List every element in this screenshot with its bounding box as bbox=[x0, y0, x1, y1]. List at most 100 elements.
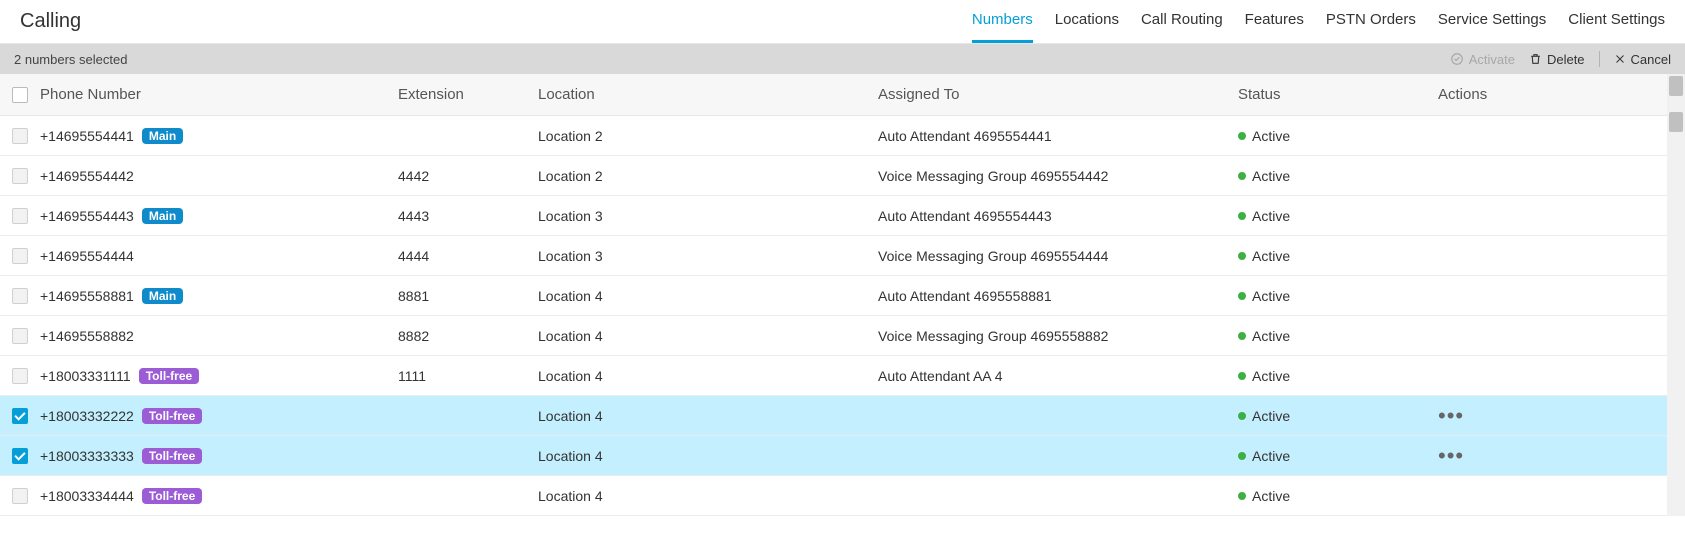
table-header-row: Phone Number Extension Location Assigned… bbox=[0, 74, 1685, 116]
status-dot-icon bbox=[1238, 252, 1246, 260]
assigned-cell: Voice Messaging Group 4695554444 bbox=[878, 248, 1238, 264]
tab-numbers[interactable]: Numbers bbox=[972, 11, 1033, 43]
toll-free-badge: Toll-free bbox=[142, 408, 202, 424]
status-dot-icon bbox=[1238, 492, 1246, 500]
status-dot-icon bbox=[1238, 292, 1246, 300]
extension-cell: 4443 bbox=[398, 208, 538, 224]
delete-label: Delete bbox=[1547, 52, 1585, 67]
status-text: Active bbox=[1252, 408, 1290, 424]
location-cell: Location 4 bbox=[538, 328, 878, 344]
location-cell: Location 4 bbox=[538, 288, 878, 304]
row-checkbox bbox=[12, 208, 28, 224]
status-text: Active bbox=[1252, 248, 1290, 264]
phone-number: +18003332222 bbox=[40, 408, 134, 424]
status-text: Active bbox=[1252, 328, 1290, 344]
row-checkbox bbox=[12, 488, 28, 504]
extension-cell: 1111 bbox=[398, 368, 538, 384]
status-text: Active bbox=[1252, 168, 1290, 184]
phone-number: +14695554442 bbox=[40, 168, 134, 184]
close-icon bbox=[1614, 53, 1626, 65]
table-row[interactable]: +14695554441MainLocation 2Auto Attendant… bbox=[0, 116, 1685, 156]
col-header-extension: Extension bbox=[398, 86, 538, 103]
table-row[interactable]: +18003331111Toll-free1111Location 4Auto … bbox=[0, 356, 1685, 396]
page-header: Calling Numbers Locations Call Routing Feat… bbox=[0, 0, 1685, 44]
main-badge: Main bbox=[142, 128, 183, 144]
tab-pstn-orders[interactable]: PSTN Orders bbox=[1326, 11, 1416, 43]
status-dot-icon bbox=[1238, 332, 1246, 340]
selection-bar: 2 numbers selected Activate Delete Cance… bbox=[0, 44, 1685, 74]
tab-features[interactable]: Features bbox=[1245, 11, 1304, 43]
status-text: Active bbox=[1252, 368, 1290, 384]
location-cell: Location 3 bbox=[538, 248, 878, 264]
row-checkbox bbox=[12, 128, 28, 144]
tab-service-settings[interactable]: Service Settings bbox=[1438, 11, 1546, 43]
phone-number: +18003333333 bbox=[40, 448, 134, 464]
activate-label: Activate bbox=[1469, 52, 1515, 67]
phone-number: +18003331111 bbox=[40, 368, 131, 384]
location-cell: Location 4 bbox=[538, 448, 878, 464]
phone-number: +18003334444 bbox=[40, 488, 134, 504]
cancel-button[interactable]: Cancel bbox=[1614, 52, 1671, 67]
delete-button[interactable]: Delete bbox=[1529, 52, 1585, 67]
tab-locations[interactable]: Locations bbox=[1055, 11, 1119, 43]
assigned-cell: Auto Attendant 4695554443 bbox=[878, 208, 1238, 224]
status-text: Active bbox=[1252, 448, 1290, 464]
divider bbox=[1599, 51, 1600, 67]
table-row[interactable]: +18003332222 Toll-free Location 4 Active ••• bbox=[0, 396, 1685, 436]
phone-number: +14695554443 bbox=[40, 208, 134, 224]
table-row[interactable]: +146955588828882Location 4Voice Messagin… bbox=[0, 316, 1685, 356]
phone-number: +14695554441 bbox=[40, 128, 134, 144]
selection-count: 2 numbers selected bbox=[14, 52, 127, 67]
row-checkbox[interactable] bbox=[12, 408, 28, 424]
row-checkbox bbox=[12, 248, 28, 264]
scroll-up-indicator[interactable] bbox=[1669, 76, 1683, 96]
table-row[interactable]: +14695554443 Main 4443Location 3Auto Atten… bbox=[0, 196, 1685, 236]
row-checkbox bbox=[12, 328, 28, 344]
status-dot-icon bbox=[1238, 172, 1246, 180]
location-cell: Location 4 bbox=[538, 408, 878, 424]
main-badge: Main bbox=[142, 288, 183, 304]
scrollbar-track[interactable] bbox=[1667, 74, 1685, 516]
table-row[interactable]: +146955544444444Location 3Voice Messagin… bbox=[0, 236, 1685, 276]
status-text: Active bbox=[1252, 488, 1290, 504]
tabs: Numbers Locations Call Routing Features PSTN… bbox=[972, 11, 1665, 43]
status-text: Active bbox=[1252, 208, 1290, 224]
assigned-cell: Voice Messaging Group 4695558882 bbox=[878, 328, 1238, 344]
assigned-cell: Auto Attendant 4695558881 bbox=[878, 288, 1238, 304]
toll-free-badge: Toll-free bbox=[142, 448, 202, 464]
tab-client-settings[interactable]: Client Settings bbox=[1568, 11, 1665, 43]
activate-button: Activate bbox=[1450, 52, 1515, 67]
page-title: Calling bbox=[20, 10, 81, 43]
assigned-cell: Voice Messaging Group 4695554442 bbox=[878, 168, 1238, 184]
table-row[interactable]: +14695558881Main8881Location 4Auto Atten… bbox=[0, 276, 1685, 316]
col-header-phone: Phone Number bbox=[40, 86, 398, 103]
col-header-status: Status bbox=[1238, 86, 1438, 103]
col-header-actions: Actions bbox=[1438, 86, 1578, 103]
col-header-location: Location bbox=[538, 86, 878, 103]
cancel-label: Cancel bbox=[1631, 52, 1671, 67]
table-row[interactable]: +18003333333 Toll-free Location 4 Active ••• bbox=[0, 436, 1685, 476]
assigned-cell: Auto Attendant AA 4 bbox=[878, 368, 1238, 384]
status-dot-icon bbox=[1238, 452, 1246, 460]
row-checkbox bbox=[12, 288, 28, 304]
location-cell: Location 4 bbox=[538, 368, 878, 384]
check-circle-icon bbox=[1450, 52, 1464, 66]
row-checkbox[interactable] bbox=[12, 448, 28, 464]
table-row[interactable]: +18003334444 Toll-free Location 4 Active bbox=[0, 476, 1685, 516]
scrollbar-thumb[interactable] bbox=[1669, 112, 1683, 132]
main-badge: Main bbox=[142, 208, 183, 224]
select-all-checkbox[interactable] bbox=[12, 87, 28, 103]
row-actions-menu[interactable]: ••• bbox=[1438, 403, 1464, 428]
status-dot-icon bbox=[1238, 212, 1246, 220]
table-row[interactable]: +146955544424442Location 2Voice Messagin… bbox=[0, 156, 1685, 196]
row-actions-menu[interactable]: ••• bbox=[1438, 443, 1464, 468]
status-dot-icon bbox=[1238, 372, 1246, 380]
location-cell: Location 2 bbox=[538, 128, 878, 144]
location-cell: Location 4 bbox=[538, 488, 878, 504]
row-checkbox bbox=[12, 368, 28, 384]
tab-call-routing[interactable]: Call Routing bbox=[1141, 11, 1223, 43]
location-cell: Location 3 bbox=[538, 208, 878, 224]
extension-cell: 4442 bbox=[398, 168, 538, 184]
toll-free-badge: Toll-free bbox=[142, 488, 202, 504]
trash-icon bbox=[1529, 52, 1542, 66]
